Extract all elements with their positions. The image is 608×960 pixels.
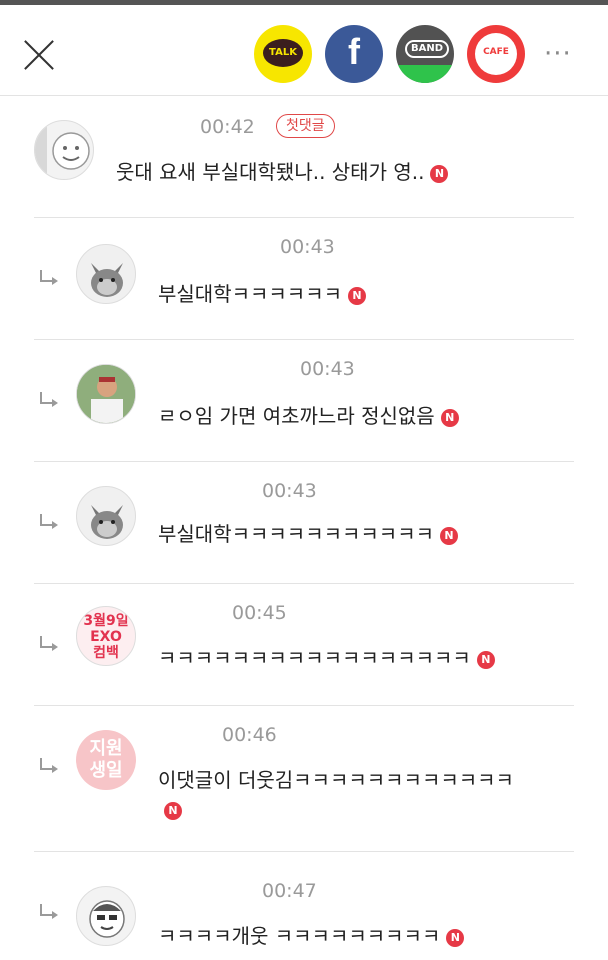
reply-arrow-icon — [40, 514, 58, 529]
comment-time: 00:47 — [262, 880, 317, 902]
new-badge: N — [440, 527, 458, 545]
comment-text: ㅋㅋㅋㅋㅋㅋㅋㅋㅋㅋㅋㅋㅋㅋㅋㅋㅋ N — [158, 642, 495, 671]
comment-time: 00:42 — [200, 116, 255, 138]
comment-body: ㅋㅋㅋㅋ개웃 ㅋㅋㅋㅋㅋㅋㅋㅋㅋ — [158, 924, 441, 948]
comment-time: 00:43 — [262, 480, 317, 502]
band-icon: BAND — [405, 40, 450, 58]
reply-arrow-icon — [40, 270, 58, 285]
close-icon[interactable] — [20, 35, 60, 75]
kakaotalk-icon: TALK — [263, 39, 303, 67]
comment-body: ㄹㅇ임 가면 여초까느라 정신없음 — [158, 404, 435, 428]
new-badge: N — [446, 929, 465, 947]
comment-body: 부실대학ㅋㅋㅋㅋㅋㅋ — [158, 282, 342, 306]
new-badge: N — [430, 165, 449, 183]
more-options-icon[interactable]: ··· — [544, 39, 572, 69]
comment-body: 웃대 요새 부실대학됐나.. 상태가 영.. — [116, 160, 425, 184]
comment-body: 부실대학ㅋㅋㅋㅋㅋㅋㅋㅋㅋㅋㅋ — [158, 522, 434, 546]
comment-item: 3월9일 EXO 컴백 00:45 ㅋㅋㅋㅋㅋㅋㅋㅋㅋㅋㅋㅋㅋㅋㅋㅋㅋ N — [0, 584, 608, 706]
comment-text: ㅋㅋㅋㅋ개웃 ㅋㅋㅋㅋㅋㅋㅋㅋㅋ N — [158, 920, 465, 949]
comment-time: 00:45 — [232, 602, 287, 624]
comment-text: ㄹㅇ임 가면 여초까느라 정신없음 N — [158, 400, 459, 429]
comment-item: 00:42 첫댓글 웃대 요새 부실대학됐나.. 상태가 영.. N — [0, 96, 608, 218]
comment-time: 00:46 — [222, 724, 277, 746]
cat-icon — [91, 263, 123, 297]
cafe-share-button[interactable]: CAFE — [467, 25, 525, 83]
comment-text: 부실대학ㅋㅋㅋㅋㅋㅋ N — [158, 278, 366, 307]
avatar[interactable]: 지원 생일 — [76, 730, 136, 790]
comment-text: 웃대 요새 부실대학됐나.. 상태가 영.. N — [116, 156, 449, 185]
cat-icon — [91, 505, 123, 539]
reply-arrow-icon — [40, 758, 58, 773]
comment-text: 이댓글이 더웃김ㅋㅋㅋㅋㅋㅋㅋㅋㅋㅋㅋㅋ — [158, 768, 514, 792]
avatar-text-line: 생일 — [89, 760, 123, 781]
reply-arrow-icon — [40, 904, 58, 919]
avatar[interactable] — [76, 364, 136, 424]
comment-body: ㅋㅋㅋㅋㅋㅋㅋㅋㅋㅋㅋㅋㅋㅋㅋㅋㅋ — [158, 646, 471, 670]
comment-item: 00:43 부실대학ㅋㅋㅋㅋㅋㅋㅋㅋㅋㅋㅋ N — [0, 462, 608, 584]
avatar-text-line: EXO — [90, 629, 122, 645]
avatar-text-line: 지원 — [89, 738, 123, 759]
new-badge: N — [476, 651, 495, 669]
reply-arrow-icon — [40, 636, 58, 651]
avatar[interactable] — [76, 886, 136, 946]
character-icon — [35, 121, 90, 179]
avatar-text-line: 컴백 — [93, 645, 119, 661]
comment-item: 00:47 ㅋㅋㅋㅋ개웃 ㅋㅋㅋㅋㅋㅋㅋㅋㅋ N — [0, 852, 608, 960]
cafe-icon: CAFE — [483, 47, 509, 57]
comment-text: 부실대학ㅋㅋㅋㅋㅋㅋㅋㅋㅋㅋㅋ N — [158, 518, 458, 547]
facebook-share-button[interactable]: f — [325, 25, 383, 83]
character-icon — [89, 900, 125, 938]
comment-time: 00:43 — [280, 236, 335, 258]
kakaotalk-share-button[interactable]: TALK — [254, 25, 312, 83]
new-badge: N — [164, 802, 182, 820]
new-badge: N — [440, 409, 459, 427]
avatar[interactable] — [34, 120, 94, 180]
avatar[interactable] — [76, 486, 136, 546]
photo-avatar-icon — [77, 365, 135, 423]
comment-time: 00:43 — [300, 358, 355, 380]
facebook-icon: f — [348, 31, 360, 72]
comment-item: 지원 생일 00:46 이댓글이 더웃김ㅋㅋㅋㅋㅋㅋㅋㅋㅋㅋㅋㅋ N — [0, 706, 608, 852]
band-share-button[interactable]: BAND — [396, 25, 454, 83]
first-comment-badge: 첫댓글 — [276, 114, 335, 138]
comment-item: 00:43 부실대학ㅋㅋㅋㅋㅋㅋ N — [0, 218, 608, 340]
top-bar: TALK f BAND CAFE ··· — [0, 0, 608, 96]
band-stripe — [396, 65, 454, 83]
reply-arrow-icon — [40, 392, 58, 407]
avatar[interactable] — [76, 244, 136, 304]
avatar-text-line: 3월9일 — [83, 613, 129, 629]
avatar[interactable]: 3월9일 EXO 컴백 — [76, 606, 136, 666]
comment-item: 00:43 ㄹㅇ임 가면 여초까느라 정신없음 N — [0, 340, 608, 462]
new-badge: N — [348, 287, 366, 305]
